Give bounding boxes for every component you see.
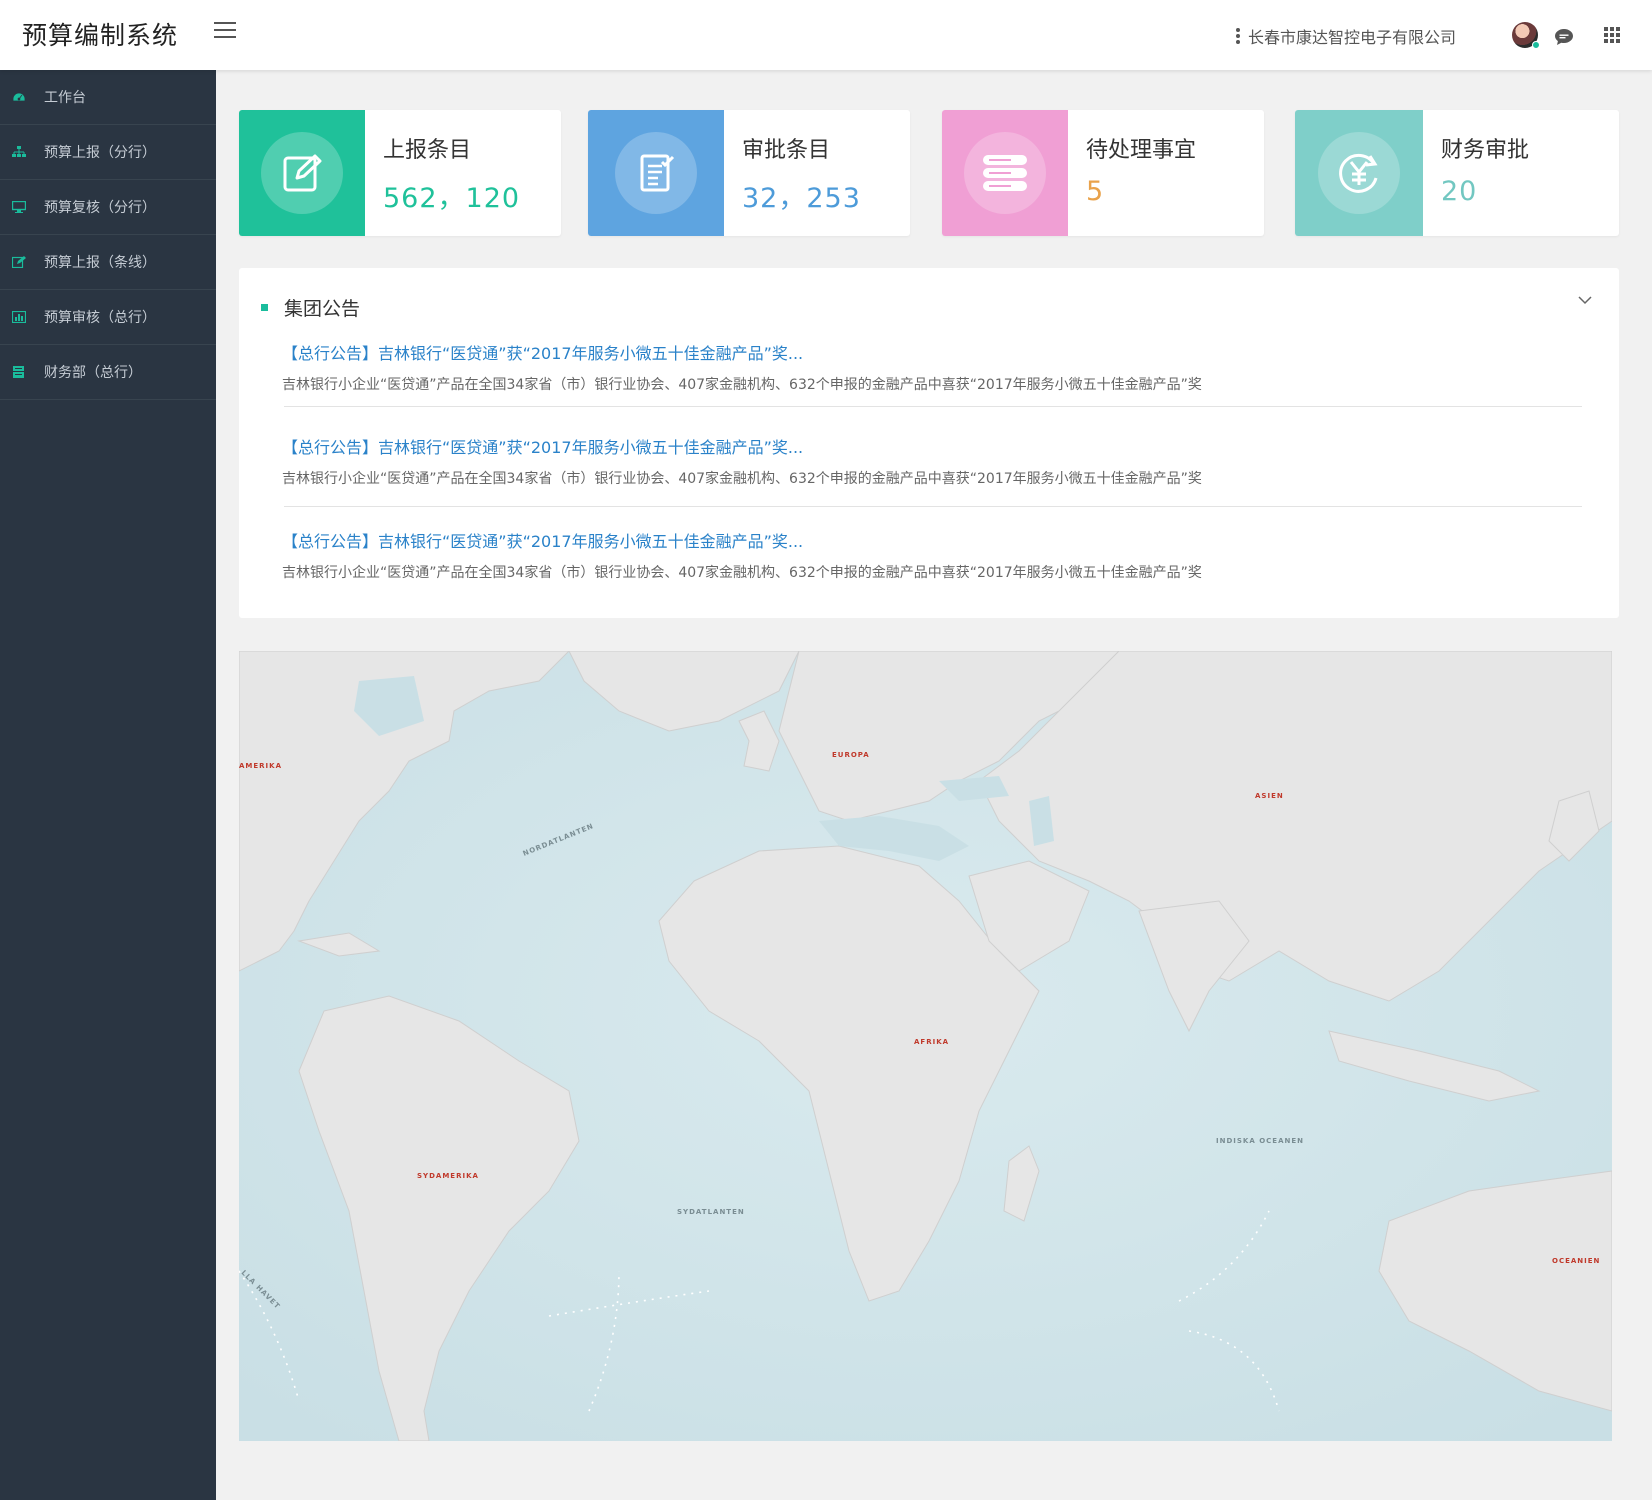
yen-refresh-icon	[1339, 153, 1378, 193]
map-label-asien: ASIEN	[1255, 792, 1284, 800]
sidebar: 工作台 预算上报（分行） 预算复核（分行） 预算上报（条线） 预算审核（总行） …	[0, 70, 216, 1500]
stat-card-approval[interactable]: 审批条目 32，253	[588, 110, 910, 236]
map-label-sydamerika: SYDAMERIKA	[417, 1172, 479, 1180]
app-title: 预算编制系统	[22, 21, 179, 50]
stat-title: 审批条目	[742, 138, 831, 163]
apps-grid-icon[interactable]	[1604, 27, 1620, 43]
stat-card-reported[interactable]: 上报条目 562，120	[239, 110, 561, 236]
stat-icon-box	[239, 110, 365, 236]
map-label-oceanien: OCEANIEN	[1552, 1257, 1600, 1265]
sidebar-item-workbench[interactable]: 工作台	[0, 70, 216, 125]
stat-title: 财务审批	[1441, 138, 1530, 163]
news-link[interactable]: 【总行公告】吉林银行“医贷通”获“2017年服务小微五十佳金融产品”奖...	[282, 340, 1582, 364]
chat-icon[interactable]	[1554, 28, 1574, 46]
edit-icon	[12, 256, 26, 268]
list-icon	[983, 155, 1027, 191]
desktop-icon	[12, 201, 26, 213]
avatar[interactable]	[1512, 22, 1540, 49]
stat-value: 20	[1441, 176, 1478, 207]
section-marker	[261, 304, 268, 311]
world-map[interactable]: AMERIKA EUROPA ASIEN AFRIKA SYDAMERIKA O…	[239, 651, 1612, 1441]
sidebar-item-label: 预算上报（条线）	[44, 255, 156, 271]
divider	[284, 506, 1582, 507]
stat-card-finance[interactable]: 财务审批 20	[1295, 110, 1619, 236]
stat-icon-box	[588, 110, 724, 236]
news-link[interactable]: 【总行公告】吉林银行“医贷通”获“2017年服务小微五十佳金融产品”奖...	[282, 434, 1582, 458]
stat-title: 待处理事宜	[1086, 138, 1197, 163]
map-label-sydatlanten: SYDATLANTEN	[677, 1208, 745, 1216]
stat-value: 5	[1086, 176, 1105, 207]
sitemap-icon	[12, 146, 26, 158]
list-item: 【总行公告】吉林银行“医贷通”获“2017年服务小微五十佳金融产品”奖... 吉…	[282, 528, 1582, 582]
stat-value: 32，253	[742, 183, 861, 214]
document-check-icon	[640, 154, 675, 192]
news-summary: 吉林银行小企业“医贷通”产品在全国34家省（市）银行业协会、407家金融机构、6…	[282, 471, 1202, 487]
sidebar-item-label: 工作台	[44, 90, 86, 106]
map-label-europa: EUROPA	[832, 751, 870, 759]
stat-card-pending[interactable]: 待处理事宜 5	[942, 110, 1264, 236]
divider	[284, 406, 1582, 407]
sidebar-item-branch-report[interactable]: 预算上报（分行）	[0, 125, 216, 180]
stat-title: 上报条目	[383, 138, 472, 163]
sidebar-item-label: 预算上报（分行）	[44, 145, 156, 161]
map-label-indiska-oceanen: INDISKA OCEANEN	[1216, 1137, 1304, 1145]
ledger-icon	[12, 366, 26, 378]
sidebar-item-line-report[interactable]: 预算上报（条线）	[0, 235, 216, 290]
top-header: 预算编制系统 长春市康达智控电子有限公司	[0, 0, 1652, 70]
sidebar-item-label: 预算审核（总行）	[44, 310, 156, 326]
announcement-panel: 集团公告 【总行公告】吉林银行“医贷通”获“2017年服务小微五十佳金融产品”奖…	[239, 268, 1619, 618]
sidebar-item-label: 预算复核（分行）	[44, 200, 156, 216]
map-label-afrika: AFRIKA	[914, 1038, 949, 1046]
sidebar-item-finance-dept[interactable]: 财务部（总行）	[0, 345, 216, 400]
news-link[interactable]: 【总行公告】吉林银行“医贷通”获“2017年服务小微五十佳金融产品”奖...	[282, 528, 1582, 552]
company-name: 长春市康达智控电子有限公司	[1247, 28, 1456, 47]
edit-icon	[283, 154, 322, 192]
online-status-dot	[1532, 41, 1540, 49]
panel-title: 集团公告	[284, 298, 361, 320]
stat-icon-box	[942, 110, 1068, 236]
chevron-down-icon[interactable]	[1577, 294, 1593, 306]
sidebar-item-hq-audit[interactable]: 预算审核（总行）	[0, 290, 216, 345]
dashboard-icon	[12, 91, 26, 103]
sidebar-item-branch-review[interactable]: 预算复核（分行）	[0, 180, 216, 235]
sidebar-item-label: 财务部（总行）	[44, 365, 142, 381]
stat-value: 562，120	[383, 183, 521, 214]
menu-toggle-icon[interactable]	[214, 22, 236, 44]
kebab-icon	[1235, 28, 1240, 44]
news-summary: 吉林银行小企业“医贷通”产品在全国34家省（市）银行业协会、407家金融机构、6…	[282, 377, 1202, 393]
news-summary: 吉林银行小企业“医贷通”产品在全国34家省（市）银行业协会、407家金融机构、6…	[282, 565, 1202, 581]
map-label-amerika: AMERIKA	[239, 762, 282, 770]
stat-icon-box	[1295, 110, 1423, 236]
bar-chart-icon	[12, 311, 26, 323]
list-item: 【总行公告】吉林银行“医贷通”获“2017年服务小微五十佳金融产品”奖... 吉…	[282, 340, 1582, 394]
list-item: 【总行公告】吉林银行“医贷通”获“2017年服务小微五十佳金融产品”奖... 吉…	[282, 434, 1582, 488]
company-selector[interactable]: 长春市康达智控电子有限公司	[1235, 24, 1456, 48]
